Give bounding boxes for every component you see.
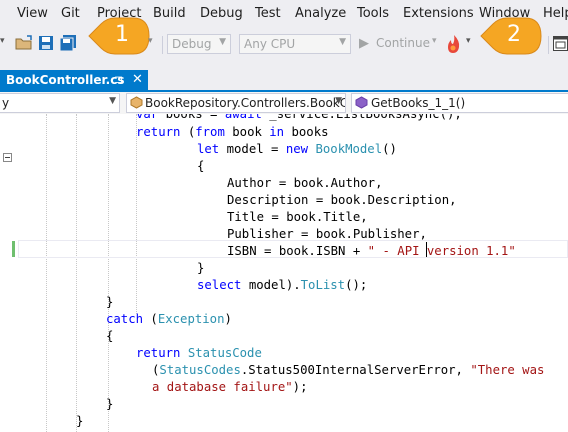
window-layout-icon[interactable]	[553, 36, 568, 55]
menu-test[interactable]: Test	[255, 6, 281, 21]
menu-help[interactable]: Help	[543, 6, 568, 21]
redo-dropdown-icon[interactable]: ▾	[148, 36, 153, 46]
menu-debug[interactable]: Debug	[200, 6, 243, 21]
class-value: BookRepository.Controllers.BookCo	[145, 96, 346, 110]
code-line: var books = await _service.ListBooksAsyn…	[136, 114, 462, 121]
tab-bookcontroller[interactable]: BookController.cs ⊐ ✕	[0, 70, 148, 92]
chevron-down-icon: ▼	[219, 37, 226, 47]
member-value: GetBooks_1_1()	[371, 96, 466, 110]
menu-tools[interactable]: Tools	[357, 6, 389, 21]
code-line: {	[106, 329, 114, 343]
text-caret	[426, 242, 427, 257]
play-icon[interactable]: ▶	[359, 36, 369, 51]
toolbar-dropdown-icon[interactable]: ▾	[0, 36, 5, 46]
code-line: }	[76, 414, 84, 428]
pin-icon[interactable]: ⊐	[114, 73, 123, 86]
member-dropdown[interactable]: GetBooks_1_1()	[351, 93, 568, 113]
class-dropdown[interactable]: BookRepository.Controllers.BookCo ▼	[126, 93, 346, 113]
menu-build[interactable]: Build	[153, 6, 186, 21]
document-tab-strip: BookController.cs ⊐ ✕	[0, 64, 568, 92]
code-line: select model).ToList();	[197, 278, 368, 292]
toolbar-separator	[548, 36, 549, 54]
callout-badge-2: 2	[479, 16, 543, 56]
indent-guide	[108, 114, 109, 432]
method-icon	[355, 96, 368, 112]
menu-view[interactable]: View	[17, 6, 48, 21]
callout-badge-1: 1	[87, 16, 151, 56]
chevron-down-icon: ▼	[109, 96, 116, 106]
indent-guide	[46, 114, 47, 432]
platform-value: Any CPU	[244, 37, 296, 51]
menu-git[interactable]: Git	[61, 6, 80, 21]
code-line: Title = book.Title,	[227, 210, 368, 224]
code-line: ISBN = book.ISBN + " - API version 1.1"	[227, 244, 516, 258]
menu-analyze[interactable]: Analyze	[295, 6, 346, 21]
code-line: (StatusCodes.Status500InternalServerErro…	[152, 363, 545, 377]
code-line: }	[197, 261, 205, 275]
code-line: catch (Exception)	[106, 312, 232, 326]
code-line: }	[106, 295, 114, 309]
toolbar: ▾ 1 ▾ Debug ▼ Any CPU ▼ ▶ Continue ▾ ▾ 2	[0, 17, 568, 64]
code-line: }	[106, 397, 114, 411]
code-line: let model = new BookModel()	[197, 142, 397, 156]
close-tab-button[interactable]: ✕	[132, 72, 143, 87]
chevron-down-icon: ▼	[339, 37, 346, 47]
code-line: Publisher = book.Publisher,	[227, 227, 427, 241]
code-line: return StatusCode	[136, 346, 262, 360]
hot-reload-icon[interactable]	[445, 34, 463, 58]
code-line: return (from book in books	[136, 125, 329, 139]
code-line: Description = book.Description,	[227, 193, 457, 207]
change-marker	[12, 241, 15, 257]
continue-button[interactable]: Continue	[376, 36, 430, 50]
callout-number-2: 2	[507, 22, 521, 47]
indent-guide	[136, 114, 137, 314]
open-folder-icon[interactable]	[15, 35, 33, 55]
configuration-value: Debug	[172, 37, 212, 51]
configuration-dropdown[interactable]: Debug ▼	[167, 34, 231, 54]
collapse-icon[interactable]	[3, 147, 12, 166]
save-all-icon[interactable]	[59, 35, 77, 55]
platform-dropdown[interactable]: Any CPU ▼	[239, 34, 351, 54]
code-line: {	[197, 159, 205, 173]
tab-title: BookController.cs	[6, 73, 125, 87]
project-dropdown[interactable]: y ▼	[0, 93, 120, 113]
code-line: a database failure");	[152, 380, 308, 394]
project-value: y	[2, 96, 10, 110]
callout-number-1: 1	[115, 22, 129, 47]
hot-reload-dropdown-icon[interactable]: ▾	[466, 36, 471, 46]
chevron-down-icon: ▼	[335, 96, 342, 106]
class-icon	[130, 96, 143, 112]
navigation-bar: y ▼ BookRepository.Controllers.BookCo ▼ …	[0, 92, 568, 114]
save-icon[interactable]	[38, 35, 54, 55]
continue-dropdown-icon[interactable]: ▾	[432, 36, 437, 46]
code-editor[interactable]: var books = await _service.ListBooksAsyn…	[0, 114, 568, 432]
indent-guide	[76, 114, 77, 432]
code-line: Author = book.Author,	[227, 176, 383, 190]
toolbar-separator	[162, 36, 163, 54]
menu-extensions[interactable]: Extensions	[403, 6, 474, 21]
